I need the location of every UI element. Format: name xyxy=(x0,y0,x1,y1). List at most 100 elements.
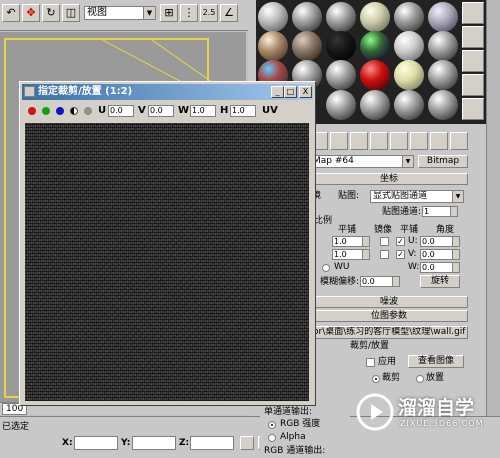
red-channel-icon[interactable] xyxy=(28,107,36,115)
apply-checkbox[interactable] xyxy=(366,358,375,367)
reset-map-icon[interactable] xyxy=(350,132,368,150)
sample-slot[interactable] xyxy=(428,2,458,32)
close-button[interactable]: X xyxy=(299,86,312,98)
dialog-toolbar: U 0.0 V 0.0 W 1.0 H 1.0 UV xyxy=(22,102,313,120)
lock-icon[interactable] xyxy=(240,436,254,450)
rollout-bitmap-params[interactable]: 位图参数 xyxy=(310,310,468,322)
sample-slot[interactable] xyxy=(428,60,458,90)
mono-channel-icon[interactable] xyxy=(70,107,78,115)
sample-slot[interactable] xyxy=(428,90,458,120)
uv-toggle[interactable]: UV xyxy=(262,105,278,117)
minimize-button[interactable]: _ xyxy=(271,86,284,98)
dialog-titlebar[interactable]: 指定裁剪/放置 (1:2) _ □ X xyxy=(22,84,313,100)
maximize-button[interactable]: □ xyxy=(284,86,297,98)
sample-slot[interactable] xyxy=(258,2,288,32)
rollout-noise[interactable]: 噪波 xyxy=(310,296,468,308)
sample-slot[interactable] xyxy=(394,90,424,120)
w-angle-spinner[interactable]: 0.0 xyxy=(420,262,460,273)
v-angle-spinner[interactable]: 0.0 xyxy=(420,249,460,260)
w-field[interactable]: 1.0 xyxy=(190,105,216,117)
u-tiling-spinner[interactable]: 1.0 xyxy=(332,236,370,247)
map-channel-spinner[interactable]: 1 xyxy=(422,206,458,217)
rgb-intensity-radio[interactable] xyxy=(268,421,276,429)
sample-slot[interactable] xyxy=(394,60,424,90)
sample-slot[interactable] xyxy=(292,31,322,61)
crop-radio[interactable] xyxy=(372,375,380,383)
align-icon[interactable]: ⋮ xyxy=(180,4,198,22)
v-field[interactable]: 0.0 xyxy=(148,105,174,117)
bitmap-path-button[interactable]: or\桌面\练习的客厅模型\纹理\wall.gif xyxy=(310,326,468,339)
rotate-icon[interactable]: ↻ xyxy=(42,4,60,22)
blur-offset-spinner[interactable]: 0.0 xyxy=(360,276,400,287)
sample-slot[interactable] xyxy=(326,2,356,32)
place-label: 放置 xyxy=(426,373,445,383)
alpha-label: Alpha xyxy=(280,432,306,442)
background-icon[interactable] xyxy=(462,50,484,72)
maximize-icon: □ xyxy=(286,87,295,96)
green-channel-icon[interactable] xyxy=(42,107,50,115)
u-tile-checkbox[interactable]: ✓ xyxy=(396,237,405,246)
z-label: Z: xyxy=(179,438,190,448)
unique-icon[interactable] xyxy=(390,132,408,150)
backlight-icon[interactable] xyxy=(462,26,484,48)
alpha-channel-icon[interactable] xyxy=(84,107,92,115)
x-coord-field[interactable] xyxy=(74,436,118,450)
go-sibling-icon[interactable] xyxy=(450,132,468,150)
map-name-field[interactable]: Map #64 ▼ xyxy=(310,155,414,168)
snap-icon[interactable]: 2.5 xyxy=(200,4,218,22)
sample-slot[interactable] xyxy=(360,31,390,61)
sample-slot[interactable] xyxy=(292,2,322,32)
w-label: W xyxy=(178,105,190,116)
sample-slot[interactable] xyxy=(428,31,458,61)
go-parent-icon[interactable] xyxy=(430,132,448,150)
sample-slot[interactable] xyxy=(326,60,356,90)
v-tile-checkbox[interactable]: ✓ xyxy=(396,250,405,259)
crop-group-label: 裁剪/放置 xyxy=(350,341,390,351)
rollout-coordinates[interactable]: 坐标 xyxy=(310,173,468,185)
sample-slot[interactable] xyxy=(326,90,356,120)
move-icon[interactable]: ✥ xyxy=(22,4,40,22)
sample-slot[interactable] xyxy=(394,31,424,61)
copy-material-icon[interactable] xyxy=(370,132,388,150)
u-field[interactable]: 0.0 xyxy=(108,105,134,117)
v-mirror-checkbox[interactable] xyxy=(380,250,389,259)
rotate-button[interactable]: 旋转 xyxy=(420,275,460,288)
map-type-button[interactable]: Bitmap xyxy=(418,155,468,168)
video-color-icon[interactable] xyxy=(462,98,484,120)
minimize-icon: _ xyxy=(275,87,280,96)
assign-material-icon[interactable] xyxy=(330,132,348,150)
sample-slot[interactable] xyxy=(258,31,288,61)
sample-slot[interactable] xyxy=(360,2,390,32)
y-coord-field[interactable] xyxy=(132,436,176,450)
mirror-icon[interactable]: ⊞ xyxy=(160,4,178,22)
sample-type-icon[interactable] xyxy=(462,2,484,24)
mapping-select[interactable]: 显式贴图通道 ▼ xyxy=(370,190,464,203)
uv-tiling-icon[interactable] xyxy=(462,74,484,96)
bitmap-preview[interactable] xyxy=(25,123,309,401)
rgb-intensity-label: RGB 强度 xyxy=(280,419,321,429)
u-mirror-checkbox[interactable] xyxy=(380,237,389,246)
sample-slot[interactable] xyxy=(360,90,390,120)
view-image-button[interactable]: 查看图像 xyxy=(408,355,464,368)
angle-snap-icon[interactable]: ∠ xyxy=(220,4,238,22)
mirror-label: 镜像 xyxy=(374,225,393,235)
undo-icon[interactable]: ↶ xyxy=(2,4,20,22)
sample-slot[interactable] xyxy=(326,31,356,61)
sample-slot[interactable] xyxy=(394,2,424,32)
view-select[interactable]: 视图 ▼ xyxy=(84,6,156,20)
v-label: V xyxy=(138,105,146,116)
sample-slot[interactable] xyxy=(360,60,390,90)
alpha-radio[interactable] xyxy=(268,434,276,442)
tile-label: 平铺 xyxy=(400,225,419,235)
v-angle-value: 0.0 xyxy=(422,250,435,259)
show-map-icon[interactable] xyxy=(410,132,428,150)
v-tiling-spinner[interactable]: 1.0 xyxy=(332,249,370,260)
v-angle-label: V: xyxy=(408,249,417,259)
blue-channel-icon[interactable] xyxy=(56,107,64,115)
place-radio[interactable] xyxy=(416,375,424,383)
scale-icon[interactable]: ◫ xyxy=(62,4,80,22)
u-angle-spinner[interactable]: 0.0 xyxy=(420,236,460,247)
wu-radio[interactable] xyxy=(322,264,330,272)
z-coord-field[interactable] xyxy=(190,436,234,450)
h-field[interactable]: 1.0 xyxy=(230,105,256,117)
